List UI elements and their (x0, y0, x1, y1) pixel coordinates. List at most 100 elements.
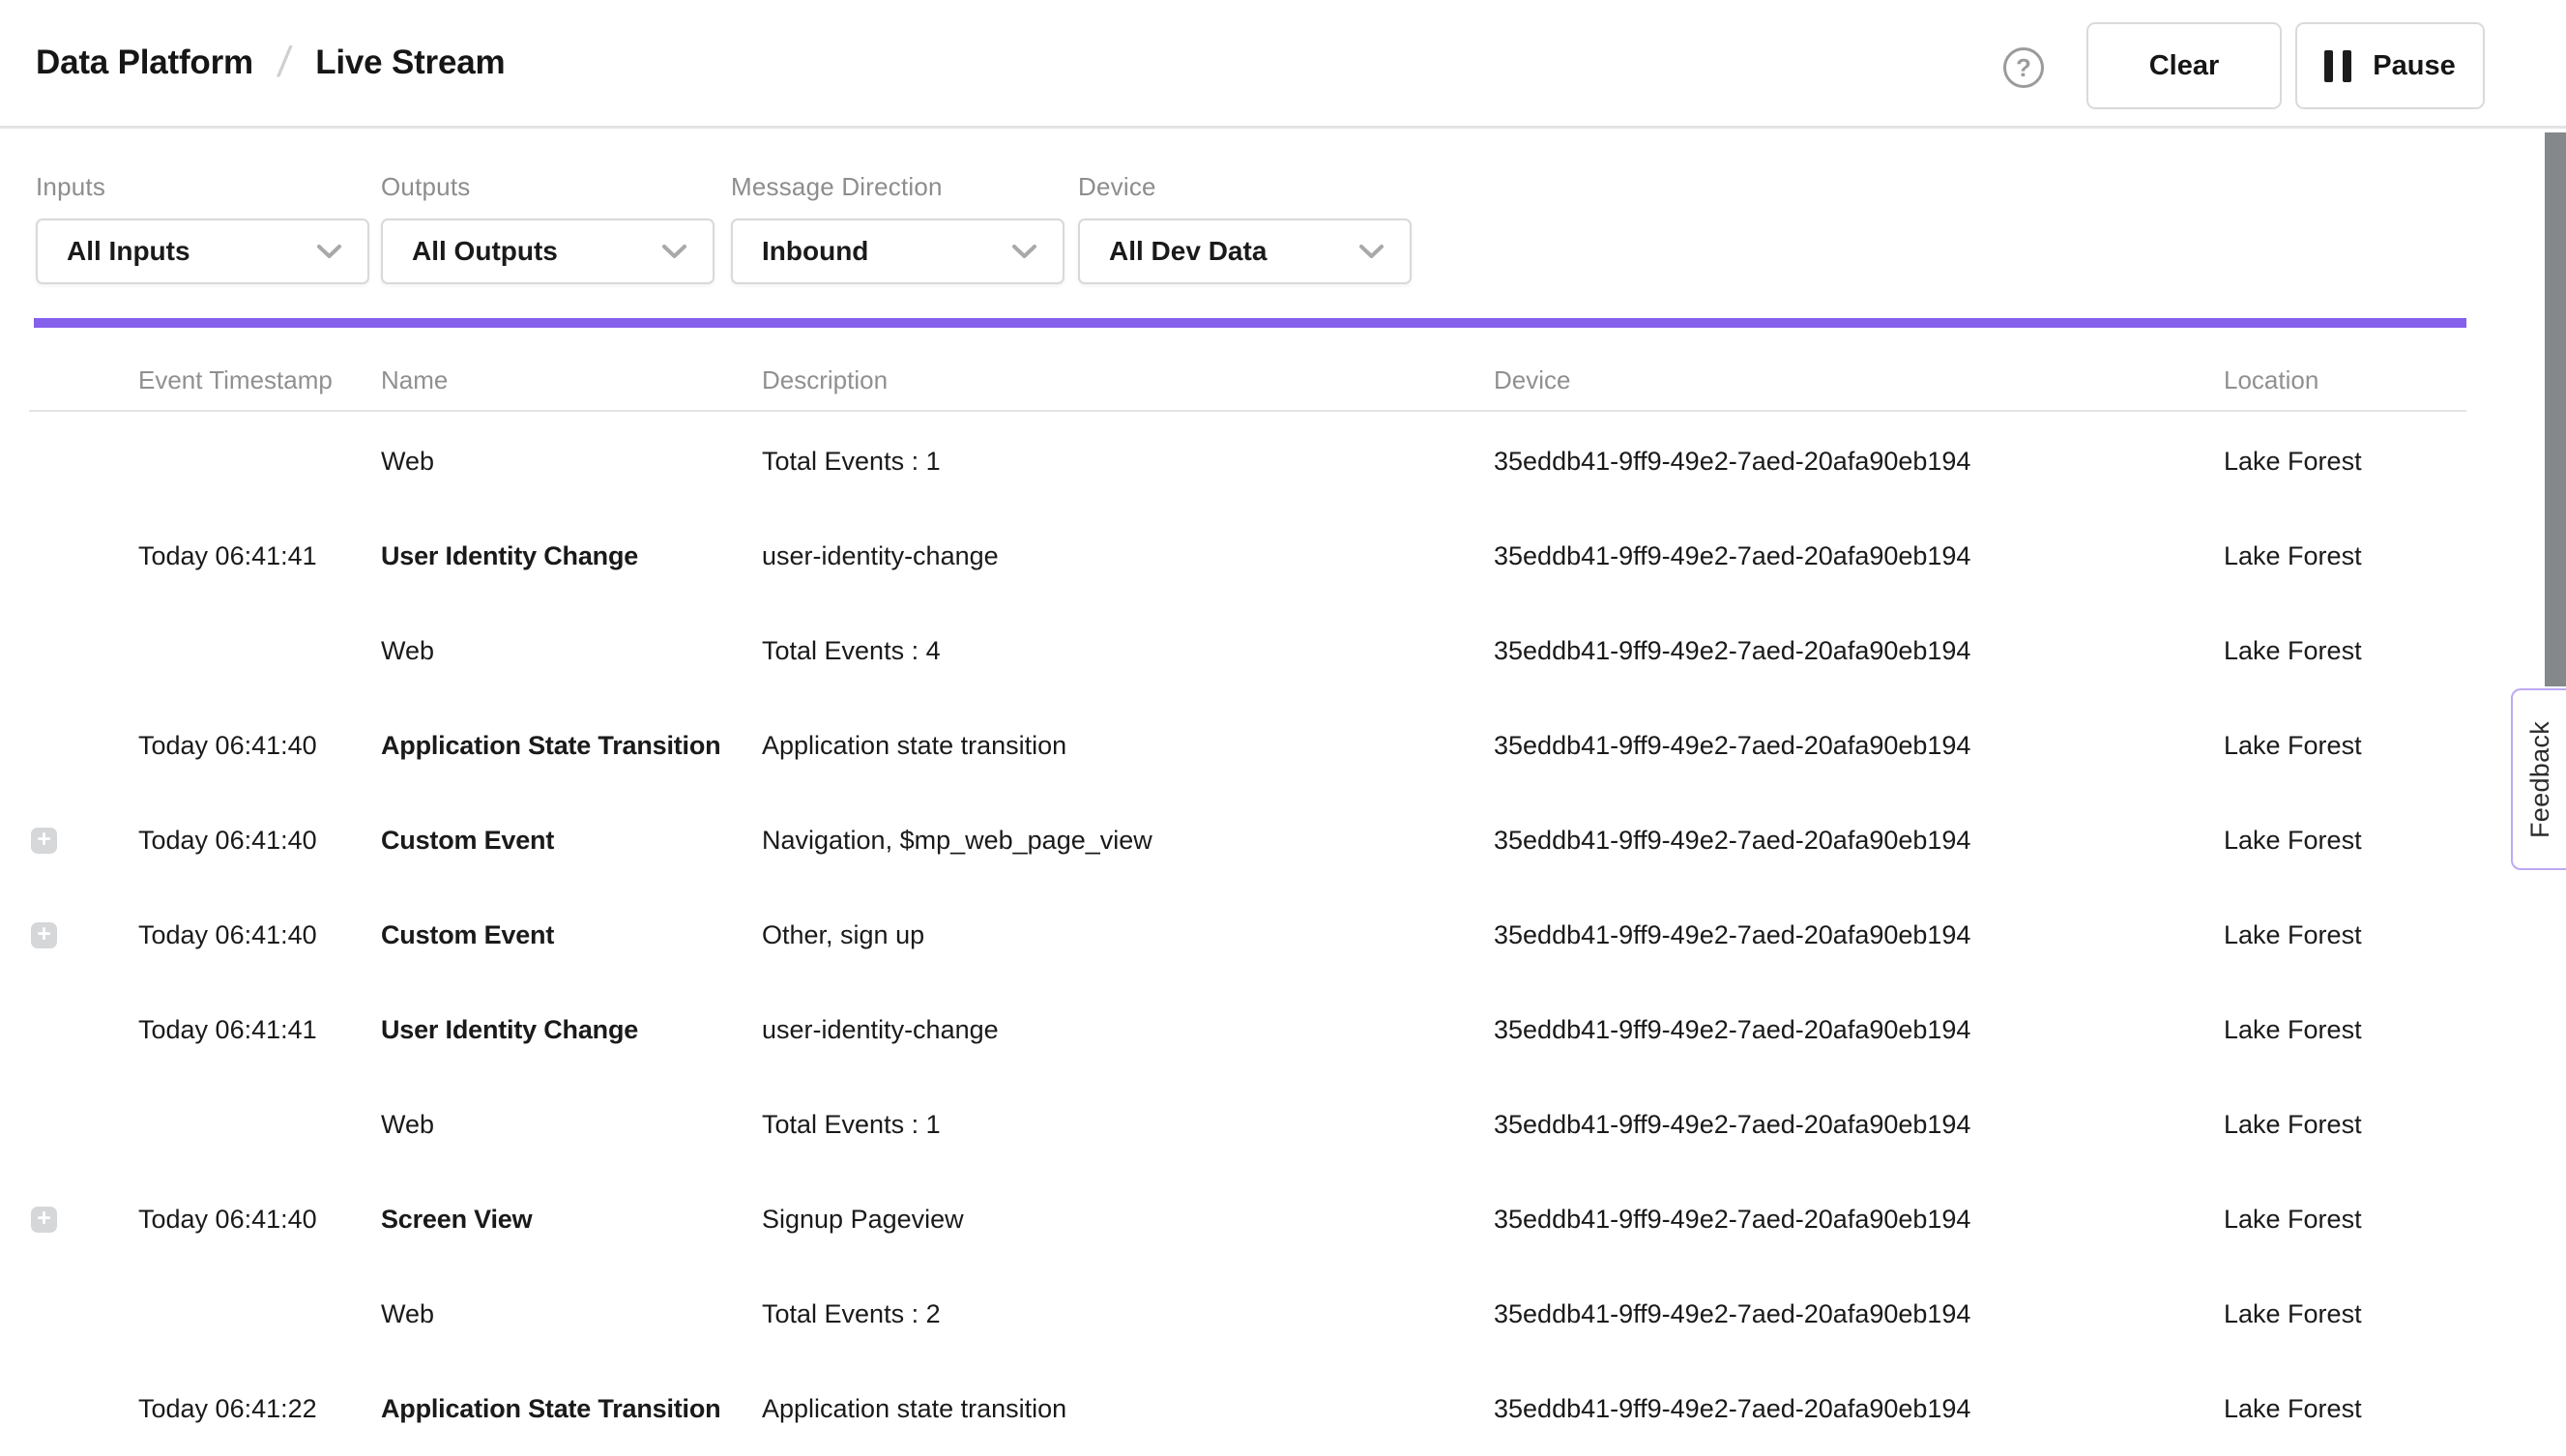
expand-cell: + (29, 828, 138, 854)
cell-location: Lake Forest (2224, 920, 2466, 950)
cell-location: Lake Forest (2224, 826, 2466, 856)
cell-description: Total Events : 1 (762, 1110, 1494, 1140)
cell-description: Navigation, $mp_web_page_view (762, 826, 1494, 856)
filter-message-direction: Message Direction Inbound (731, 172, 1064, 284)
inputs-select[interactable]: All Inputs (36, 218, 369, 284)
cell-location: Lake Forest (2224, 731, 2466, 761)
cell-event-timestamp: Today 06:41:22 (138, 1394, 381, 1424)
cell-event-timestamp: Today 06:41:41 (138, 1015, 381, 1045)
filter-outputs: Outputs All Outputs (381, 172, 714, 284)
column-header-description: Description (762, 365, 1494, 395)
chevron-down-icon (661, 244, 687, 260)
outputs-select-value: All Outputs (412, 236, 558, 267)
cell-event-timestamp: Today 06:41:40 (138, 1205, 381, 1235)
feedback-tab-label: Feedback (2525, 721, 2555, 838)
cell-device: 35eddb41-9ff9-49e2-7aed-20afa90eb194 (1494, 1394, 2224, 1424)
device-select-value: All Dev Data (1109, 236, 1267, 267)
cell-location: Lake Forest (2224, 541, 2466, 571)
message-direction-select-value: Inbound (762, 236, 868, 267)
column-header-name: Name (381, 365, 762, 395)
cell-event-timestamp: Today 06:41:41 (138, 541, 381, 571)
cell-name: Screen View (381, 1205, 762, 1235)
cell-device: 35eddb41-9ff9-49e2-7aed-20afa90eb194 (1494, 1110, 2224, 1140)
cell-device: 35eddb41-9ff9-49e2-7aed-20afa90eb194 (1494, 1205, 2224, 1235)
cell-location: Lake Forest (2224, 1110, 2466, 1140)
cell-location: Lake Forest (2224, 1299, 2466, 1329)
cell-name: Custom Event (381, 920, 762, 950)
cell-location: Lake Forest (2224, 1394, 2466, 1424)
cell-name: Application State Transition (381, 731, 762, 761)
outputs-select[interactable]: All Outputs (381, 218, 714, 284)
expand-row-button[interactable]: + (31, 1207, 57, 1233)
chevron-down-icon (1358, 244, 1385, 260)
cell-device: 35eddb41-9ff9-49e2-7aed-20afa90eb194 (1494, 1299, 2224, 1329)
table-row: Today 06:41:40Application State Transiti… (29, 698, 2466, 793)
filter-device: Device All Dev Data (1078, 172, 1412, 284)
inputs-select-value: All Inputs (67, 236, 190, 267)
cell-description: user-identity-change (762, 541, 1494, 571)
help-icon[interactable]: ? (2003, 47, 2044, 88)
table-row: Today 06:41:41User Identity Changeuser-i… (29, 982, 2466, 1077)
table-row: WebTotal Events : 135eddb41-9ff9-49e2-7a… (29, 1077, 2466, 1172)
cell-name: Custom Event (381, 826, 762, 856)
clear-button[interactable]: Clear (2086, 22, 2282, 109)
cell-location: Lake Forest (2224, 1205, 2466, 1235)
plus-icon: + (37, 922, 51, 946)
filter-message-direction-label: Message Direction (731, 172, 1064, 202)
column-header-device: Device (1494, 365, 2224, 395)
cell-device: 35eddb41-9ff9-49e2-7aed-20afa90eb194 (1494, 731, 2224, 761)
cell-name: User Identity Change (381, 541, 762, 571)
table-row: WebTotal Events : 435eddb41-9ff9-49e2-7a… (29, 603, 2466, 698)
device-select[interactable]: All Dev Data (1078, 218, 1412, 284)
cell-device: 35eddb41-9ff9-49e2-7aed-20afa90eb194 (1494, 447, 2224, 477)
cell-event-timestamp: Today 06:41:40 (138, 826, 381, 856)
cell-name: Application State Transition (381, 1394, 762, 1424)
breadcrumb-parent[interactable]: Data Platform (36, 44, 253, 82)
expand-cell: + (29, 922, 138, 948)
cell-description: user-identity-change (762, 1015, 1494, 1045)
table-row: +Today 06:41:40Custom EventOther, sign u… (29, 888, 2466, 982)
live-stream-progress-bar (34, 318, 2466, 328)
cell-event-timestamp: Today 06:41:40 (138, 731, 381, 761)
pause-icon (2324, 50, 2351, 82)
cell-description: Total Events : 2 (762, 1299, 1494, 1329)
pause-button[interactable]: Pause (2295, 22, 2485, 109)
cell-description: Other, sign up (762, 920, 1494, 950)
expand-cell: + (29, 1207, 138, 1233)
table-row: WebTotal Events : 235eddb41-9ff9-49e2-7a… (29, 1267, 2466, 1361)
cell-device: 35eddb41-9ff9-49e2-7aed-20afa90eb194 (1494, 1015, 2224, 1045)
table-row: Today 06:41:22Application State Transiti… (29, 1361, 2466, 1456)
breadcrumb-separator-icon: / (275, 39, 293, 87)
pause-button-label: Pause (2373, 50, 2455, 82)
filter-inputs: Inputs All Inputs (36, 172, 369, 284)
message-direction-select[interactable]: Inbound (731, 218, 1064, 284)
cell-name: Web (381, 1110, 762, 1140)
table-row: WebTotal Events : 135eddb41-9ff9-49e2-7a… (29, 414, 2466, 509)
plus-icon: + (37, 1207, 51, 1231)
cell-location: Lake Forest (2224, 1015, 2466, 1045)
clear-button-label: Clear (2149, 50, 2220, 82)
feedback-tab[interactable]: Feedback (2511, 688, 2566, 870)
chevron-down-icon (1011, 244, 1037, 260)
expand-row-button[interactable]: + (31, 828, 57, 854)
breadcrumb: Data Platform / Live Stream (36, 39, 505, 87)
cell-device: 35eddb41-9ff9-49e2-7aed-20afa90eb194 (1494, 541, 2224, 571)
cell-location: Lake Forest (2224, 636, 2466, 666)
table-row: Today 06:41:41User Identity Changeuser-i… (29, 509, 2466, 603)
table-header: Event Timestamp Name Description Device … (29, 350, 2466, 412)
cell-device: 35eddb41-9ff9-49e2-7aed-20afa90eb194 (1494, 826, 2224, 856)
table-row: + Today 06:41:40Custom EventNavigation, $… (29, 793, 2466, 888)
filter-outputs-label: Outputs (381, 172, 714, 202)
cell-description: Signup Pageview (762, 1205, 1494, 1235)
table-rows: WebTotal Events : 135eddb41-9ff9-49e2-7a… (29, 414, 2466, 1456)
plus-icon: + (37, 828, 51, 852)
cell-description: Total Events : 4 (762, 636, 1494, 666)
cell-name: Web (381, 447, 762, 477)
vertical-scrollbar-thumb[interactable] (2545, 132, 2566, 686)
page-title: Live Stream (315, 44, 505, 82)
cell-name: User Identity Change (381, 1015, 762, 1045)
question-mark-glyph: ? (2016, 53, 2031, 83)
expand-row-button[interactable]: + (31, 922, 57, 948)
cell-device: 35eddb41-9ff9-49e2-7aed-20afa90eb194 (1494, 636, 2224, 666)
cell-device: 35eddb41-9ff9-49e2-7aed-20afa90eb194 (1494, 920, 2224, 950)
